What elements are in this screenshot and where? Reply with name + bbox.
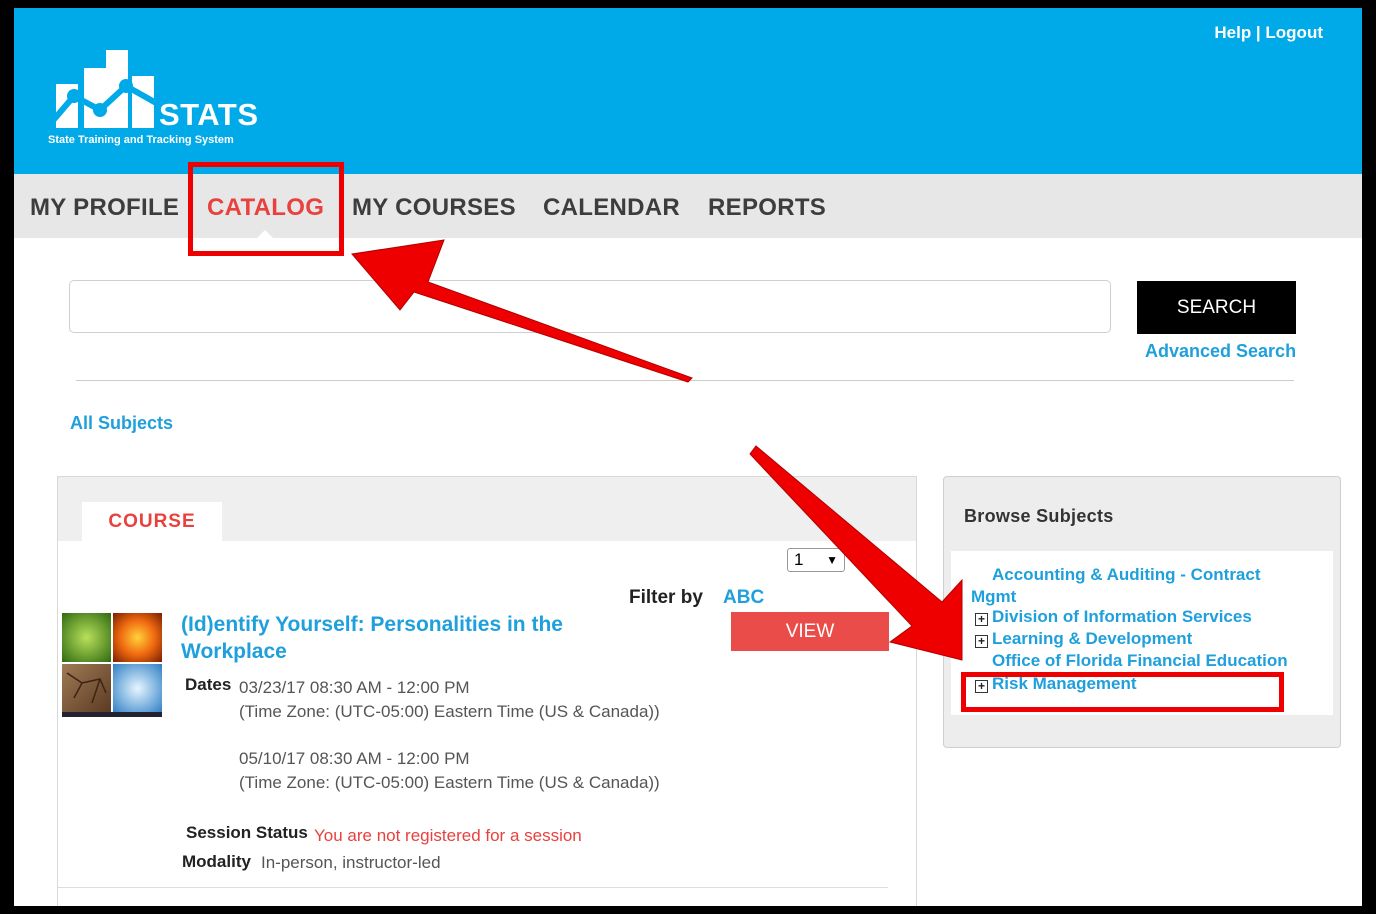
page-select[interactable]: 1 ▼ [787, 548, 845, 572]
logo-subtitle: State Training and Tracking System [48, 134, 234, 146]
annotation-box-catalog [188, 162, 344, 256]
nav-calendar[interactable]: CALENDAR [543, 194, 680, 222]
course-thumbnail [62, 613, 162, 717]
link-separator: | [1251, 23, 1266, 42]
page-select-value: 1 [794, 550, 804, 569]
expand-plus-icon[interactable]: + [975, 613, 988, 626]
help-link[interactable]: Help [1214, 23, 1251, 42]
search-button[interactable]: SEARCH [1137, 281, 1296, 334]
subject-accounting-cont[interactable]: Mgmt [971, 587, 1016, 607]
search-input[interactable] [69, 280, 1111, 333]
session-timezone: (Time Zone: (UTC-05:00) Eastern Time (US… [239, 773, 660, 792]
session-date: 03/23/17 08:30 AM - 12:00 PM [239, 678, 470, 697]
row-divider [58, 887, 888, 888]
browser-page: STATS State Training and Tracking System… [14, 8, 1362, 906]
subject-florida-financial-education[interactable]: Office of Florida Financial Education [992, 651, 1288, 671]
dates-label: Dates [185, 675, 232, 694]
expand-plus-icon[interactable]: + [975, 635, 988, 648]
subject-division-info-services[interactable]: Division of Information Services [992, 607, 1252, 627]
annotation-box-risk-management [961, 672, 1284, 712]
logo-text: STATS [159, 97, 259, 132]
view-button[interactable]: VIEW [731, 612, 889, 651]
nav-reports[interactable]: REPORTS [708, 194, 826, 222]
browse-subjects-title: Browse Subjects [964, 506, 1114, 526]
all-subjects-link[interactable]: All Subjects [70, 413, 173, 434]
nav-my-profile[interactable]: MY PROFILE [30, 194, 179, 222]
session-timezone: (Time Zone: (UTC-05:00) Eastern Time (US… [239, 702, 660, 721]
tab-course[interactable]: COURSE [82, 502, 222, 542]
subject-learning-development[interactable]: Learning & Development [992, 629, 1192, 649]
filter-label: Filter by [629, 587, 703, 608]
chevron-down-icon: ▼ [826, 553, 838, 567]
stats-logo[interactable]: STATS State Training and Tracking System [46, 46, 286, 146]
session-status-label: Session Status [186, 823, 308, 842]
advanced-search-link[interactable]: Advanced Search [1145, 341, 1296, 362]
subject-accounting[interactable]: Accounting & Auditing - Contract [992, 565, 1261, 585]
logout-link[interactable]: Logout [1265, 23, 1323, 42]
site-header: STATS State Training and Tracking System… [14, 8, 1362, 174]
nav-my-courses[interactable]: MY COURSES [352, 194, 516, 222]
help-logout-links: Help | Logout [1214, 23, 1323, 43]
bar-chart-logo-icon [47, 50, 160, 128]
course-title-link[interactable]: (Id)entify Yourself: Personalities in th… [181, 611, 631, 665]
session-date: 05/10/17 08:30 AM - 12:00 PM [239, 749, 470, 768]
session-status-value: You are not registered for a session [314, 826, 582, 845]
filter-abc-link[interactable]: ABC [723, 587, 764, 609]
modality-value: In-person, instructor-led [261, 853, 441, 872]
modality-label: Modality [182, 852, 251, 871]
divider [76, 380, 1294, 381]
course-panel: COURSE 1 ▼ Filter by ABC (Id)entify Your… [57, 476, 917, 906]
